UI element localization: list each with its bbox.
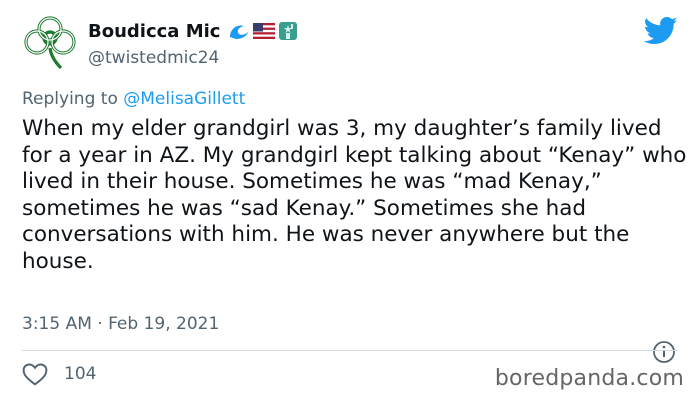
name-badges [228, 21, 298, 41]
tweet-timestamp[interactable]: 3:15 AM · Feb 19, 2021 [22, 314, 219, 334]
like-count: 104 [64, 364, 97, 384]
author-handle[interactable]: @twistedmic24 [88, 48, 219, 68]
us-flag-icon [253, 23, 275, 39]
statue-of-liberty-icon [279, 22, 297, 40]
replying-to: Replying to @MelisaGillett [22, 89, 245, 109]
replying-to-label: Replying to [22, 89, 118, 109]
wave-icon [230, 25, 248, 39]
boredpanda-watermark: boredpanda.com [494, 366, 684, 391]
shamrock-icon [24, 16, 76, 70]
divider [22, 350, 678, 351]
author-name[interactable]: Boudicca Mic [88, 21, 220, 42]
reply-mention-link[interactable]: @MelisaGillett [123, 89, 245, 109]
heart-icon[interactable] [22, 362, 48, 386]
tweet-text: When my elder grandgirl was 3, my daught… [22, 116, 687, 274]
like-action[interactable]: 104 [22, 362, 96, 386]
twitter-bird-icon[interactable] [644, 16, 678, 46]
info-icon[interactable] [652, 340, 676, 364]
avatar[interactable] [21, 14, 79, 72]
